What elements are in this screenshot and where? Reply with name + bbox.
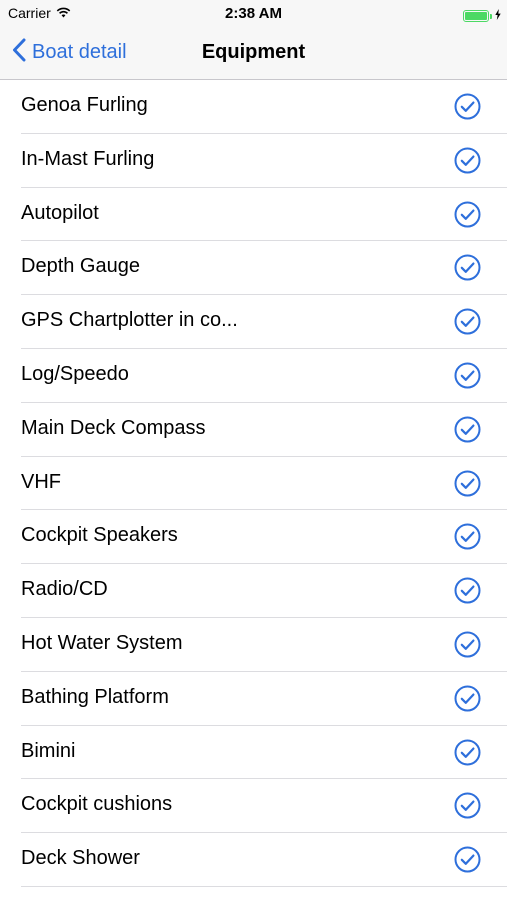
list-item-label: Genoa Furling	[21, 94, 148, 116]
list-item-label: Cockpit cushions	[21, 793, 173, 816]
checkmark-circle-icon	[454, 147, 481, 174]
status-bar: Carrier 2:38 AM	[0, 0, 507, 28]
battery-tip	[490, 13, 492, 19]
list-item[interactable]: Deck Shower	[0, 833, 507, 887]
list-item[interactable]: Main Deck Compass	[0, 403, 507, 457]
list-item-label: Depth Gauge	[21, 255, 140, 278]
list-item[interactable]: Hot Water System	[0, 618, 507, 672]
list-item[interactable]: Cockpit Speakers	[0, 510, 507, 564]
list-item-label: Cockpit Speakers	[21, 524, 178, 547]
list-item-label: Main Deck Compass	[21, 416, 206, 439]
equipment-list: Genoa Furling In-Mast Furling Autopilot Dep…	[0, 80, 507, 900]
navigation-bar: Boat detail Equipment	[0, 28, 507, 80]
list-item[interactable]: Log/Speedo	[0, 349, 507, 403]
checkmark-circle-icon	[454, 254, 481, 281]
list-item-label: GPS Chartplotter in co...	[21, 309, 238, 332]
checkmark-circle-icon	[454, 685, 481, 712]
list-item-label: Hot Water System	[21, 631, 183, 654]
list-item[interactable]: Bathing Platform	[0, 672, 507, 726]
list-item-label: Radio/CD	[21, 578, 108, 601]
list-item[interactable]: In-Mast Furling	[0, 134, 507, 188]
list-item-label: Deck Shower	[21, 847, 140, 870]
checkmark-circle-icon	[454, 846, 481, 873]
list-item-label: In-Mast Furling	[21, 147, 155, 170]
list-item-label: Bimini	[21, 739, 76, 762]
list-item-label: Log/Speedo	[21, 362, 129, 385]
checkmark-circle-icon	[454, 470, 481, 497]
battery-body	[463, 10, 489, 22]
checkmark-circle-icon	[454, 792, 481, 819]
checkmark-circle-icon	[454, 201, 481, 228]
checkmark-circle-icon	[454, 308, 481, 335]
list-item[interactable]: GPS Chartplotter in co...	[0, 295, 507, 349]
status-time: 2:38 AM	[225, 5, 282, 22]
page-title: Equipment	[201, 41, 306, 63]
charging-bolt-icon	[495, 7, 501, 25]
list-item[interactable]: Genoa Furling	[0, 80, 507, 134]
checkmark-circle-icon	[454, 362, 481, 389]
list-item[interactable]: Autopilot	[0, 188, 507, 242]
checkmark-circle-icon	[454, 416, 481, 443]
list-item[interactable]: Bimini	[0, 726, 507, 780]
list-item[interactable]: VHF	[0, 457, 507, 511]
list-item-label: VHF	[21, 470, 61, 493]
list-item[interactable]: Radio/CD	[0, 564, 507, 618]
checkmark-circle-icon	[454, 523, 481, 550]
battery-fill	[465, 12, 487, 20]
list-item[interactable]: Cockpit cushions	[0, 779, 507, 833]
list-item[interactable]: Depth Gauge	[0, 241, 507, 295]
checkmark-circle-icon	[454, 631, 481, 658]
battery-icon	[463, 7, 501, 25]
list-item-label: Autopilot	[21, 201, 99, 224]
list-item-label: Bathing Platform	[21, 685, 169, 708]
checkmark-circle-icon	[454, 577, 481, 604]
checkmark-circle-icon	[454, 739, 481, 766]
checkmark-circle-icon	[454, 93, 481, 120]
